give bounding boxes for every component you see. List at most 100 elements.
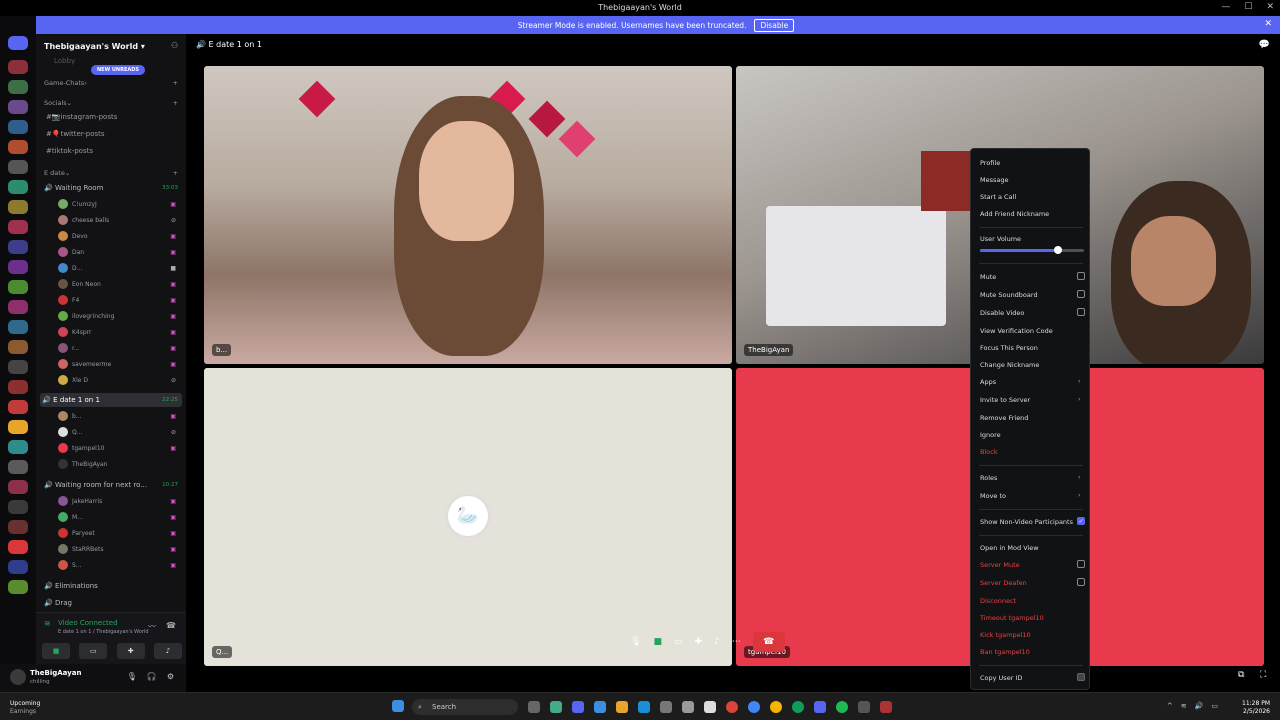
minimize-icon[interactable]: — bbox=[1221, 2, 1230, 12]
voice-user[interactable]: K4sprr ▣ bbox=[36, 325, 186, 339]
menu-profile[interactable]: Profile bbox=[980, 159, 1000, 167]
server-icon[interactable] bbox=[8, 520, 28, 534]
menu-show-non-video[interactable]: Show Non-Video Participants ✓ bbox=[980, 517, 1085, 526]
edge-icon[interactable] bbox=[638, 701, 650, 713]
menu-mute[interactable]: Mute bbox=[980, 272, 1085, 281]
server-icon[interactable] bbox=[8, 420, 28, 434]
home-icon[interactable] bbox=[8, 36, 28, 50]
voice-user[interactable]: Paryeet ▣ bbox=[36, 526, 186, 540]
chrome-icon[interactable] bbox=[770, 701, 782, 713]
username[interactable]: TheBigAayan bbox=[30, 669, 81, 677]
voice-user[interactable]: Eon Neon ▣ bbox=[36, 277, 186, 291]
mute-soundboard-checkbox[interactable] bbox=[1077, 290, 1085, 298]
category-edate[interactable]: E date ⌄ + bbox=[44, 166, 194, 180]
soundboard-icon[interactable]: ♪ bbox=[714, 637, 720, 647]
voice-channel-next-room[interactable]: 🔊 Waiting room for next ro... 10:27 bbox=[44, 478, 194, 492]
voice-channel-waiting-room[interactable]: 🔊 Waiting Room 33:03 bbox=[44, 181, 194, 195]
microphone-icon[interactable]: 🎙 bbox=[630, 637, 641, 647]
app-icon[interactable] bbox=[660, 701, 672, 713]
screen-share-icon[interactable]: ▭ bbox=[79, 643, 108, 659]
windows-start-icon[interactable] bbox=[392, 700, 404, 712]
voice-user[interactable]: tgampel10 ▣ bbox=[36, 441, 186, 455]
menu-start-call[interactable]: Start a Call bbox=[980, 193, 1016, 201]
voice-user[interactable]: Q... ⊘ bbox=[36, 425, 186, 439]
task-view-icon[interactable] bbox=[528, 701, 540, 713]
menu-server-deafen[interactable]: Server Deafen bbox=[980, 578, 1085, 587]
menu-view-code[interactable]: View Verification Code bbox=[980, 327, 1053, 335]
app-icon[interactable] bbox=[594, 701, 606, 713]
spotify-icon[interactable] bbox=[836, 701, 848, 713]
voice-user[interactable]: S... ▣ bbox=[36, 558, 186, 572]
add-channel-icon[interactable]: + bbox=[173, 79, 178, 87]
menu-mute-soundboard[interactable]: Mute Soundboard bbox=[980, 290, 1085, 299]
close-icon[interactable]: ✕ bbox=[1266, 2, 1274, 12]
app-icon[interactable] bbox=[858, 701, 870, 713]
menu-ban[interactable]: Ban tgampel10 bbox=[980, 648, 1030, 656]
server-icon[interactable] bbox=[8, 140, 28, 154]
voice-user[interactable]: M... ▣ bbox=[36, 510, 186, 524]
voice-status[interactable]: Video Connected bbox=[58, 619, 118, 627]
menu-open-mod-view[interactable]: Open in Mod View bbox=[980, 544, 1039, 552]
chrome-icon[interactable] bbox=[792, 701, 804, 713]
server-icon[interactable] bbox=[8, 560, 28, 574]
headphones-icon[interactable]: 🎧 bbox=[147, 672, 157, 681]
server-icon[interactable] bbox=[8, 580, 28, 594]
server-icon[interactable] bbox=[8, 160, 28, 174]
camera-icon[interactable]: ■ bbox=[653, 637, 662, 647]
menu-remove-friend[interactable]: Remove Friend bbox=[980, 414, 1028, 422]
more-icon[interactable]: ⋯ bbox=[732, 637, 741, 647]
chrome-icon[interactable] bbox=[748, 701, 760, 713]
voice-user[interactable]: b... ▣ bbox=[36, 409, 186, 423]
category-socials[interactable]: Socials ⌄ + bbox=[44, 96, 194, 110]
channel-twitter-posts[interactable]: # 🎈twitter-posts bbox=[46, 127, 196, 141]
server-icon[interactable] bbox=[8, 260, 28, 274]
battery-icon[interactable]: ▭ bbox=[1211, 702, 1218, 710]
menu-block[interactable]: Block bbox=[980, 448, 998, 456]
voice-user[interactable]: cheese balls ⊘ bbox=[36, 213, 186, 227]
voice-user[interactable]: ilovegrinching ▣ bbox=[36, 309, 186, 323]
menu-kick[interactable]: Kick tgampel10 bbox=[980, 631, 1031, 639]
disable-button[interactable]: Disable bbox=[754, 18, 795, 32]
voice-channel-edate[interactable]: 🔊 E date 1 on 1 22:25 bbox=[40, 393, 182, 407]
category-game-chats[interactable]: Game-Chats › + bbox=[44, 76, 194, 90]
voice-user[interactable]: r... ▣ bbox=[36, 341, 186, 355]
server-icon[interactable] bbox=[8, 360, 28, 374]
server-icon[interactable] bbox=[8, 180, 28, 194]
menu-disconnect[interactable]: Disconnect bbox=[980, 597, 1016, 605]
server-icon[interactable] bbox=[8, 500, 28, 514]
menu-roles[interactable]: Roles › bbox=[980, 473, 1081, 482]
taskbar-search[interactable]: ⌕ Search bbox=[412, 699, 518, 715]
server-icon[interactable] bbox=[8, 120, 28, 134]
voice-channel-eliminations[interactable]: 🔊 Eliminations bbox=[44, 579, 194, 593]
voice-channel-drag[interactable]: 🔊 Drag bbox=[44, 596, 194, 610]
server-icon[interactable] bbox=[8, 100, 28, 114]
close-banner-icon[interactable]: ✕ bbox=[1264, 19, 1272, 29]
video-tile[interactable]: b... bbox=[204, 66, 732, 364]
voice-user[interactable]: F4 ▣ bbox=[36, 293, 186, 307]
voice-user[interactable]: savemeerme ▣ bbox=[36, 357, 186, 371]
discord-icon[interactable] bbox=[814, 701, 826, 713]
chrome-icon[interactable] bbox=[726, 701, 738, 713]
menu-ignore[interactable]: Ignore bbox=[980, 431, 1001, 439]
screen-share-icon[interactable]: ▭ bbox=[674, 637, 683, 647]
menu-disable-video[interactable]: Disable Video bbox=[980, 308, 1085, 317]
volume-knob[interactable] bbox=[1054, 246, 1062, 254]
server-icon[interactable] bbox=[8, 300, 28, 314]
server-icon[interactable] bbox=[8, 220, 28, 234]
voice-user[interactable]: Dan ▣ bbox=[36, 245, 186, 259]
add-member-icon[interactable]: ⚇ bbox=[171, 41, 178, 50]
add-channel-icon[interactable]: + bbox=[173, 99, 178, 107]
popout-icon[interactable]: ⧉ bbox=[1238, 670, 1244, 680]
video-tile[interactable]: 🦢 Q... bbox=[204, 368, 732, 666]
menu-add-nickname[interactable]: Add Friend Nickname bbox=[980, 210, 1049, 218]
server-mute-checkbox[interactable] bbox=[1077, 560, 1085, 568]
voice-user[interactable]: D... ■ bbox=[36, 261, 186, 275]
server-icon[interactable] bbox=[8, 280, 28, 294]
noise-suppression-icon[interactable]: 〰 bbox=[148, 621, 156, 632]
activity-icon[interactable]: ✚ bbox=[694, 637, 702, 647]
server-icon[interactable] bbox=[8, 540, 28, 554]
menu-timeout[interactable]: Timeout tgampel10 bbox=[980, 614, 1044, 622]
chevron-up-icon[interactable]: ^ bbox=[1167, 702, 1173, 710]
file-explorer-icon[interactable] bbox=[616, 701, 628, 713]
soundboard-icon[interactable]: ♪ bbox=[153, 643, 182, 659]
